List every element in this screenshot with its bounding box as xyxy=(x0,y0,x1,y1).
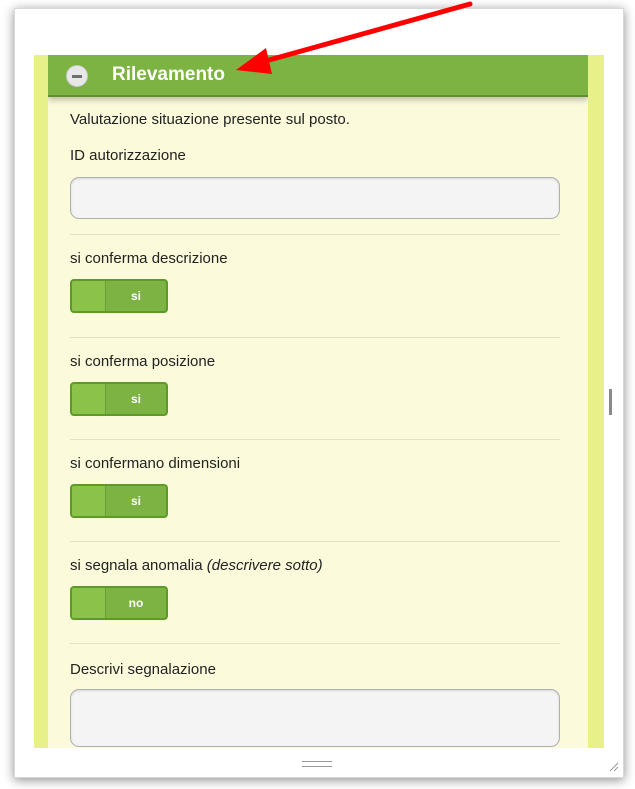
conferma-posizione-toggle[interactable]: si xyxy=(70,382,168,416)
id-autorizzazione-label: ID autorizzazione xyxy=(70,147,186,164)
toggle-knob[interactable] xyxy=(72,384,106,414)
rilevamento-panel: Rilevamento Valutazione situazione prese… xyxy=(48,55,588,748)
toggle-label: si xyxy=(130,392,141,406)
toggle-knob[interactable] xyxy=(72,588,106,618)
resize-handle-icon[interactable] xyxy=(609,762,619,772)
segnala-anomalia-text: si segnala anomalia xyxy=(70,557,203,574)
confermano-dimensioni-toggle[interactable]: si xyxy=(70,484,168,518)
divider xyxy=(70,541,560,542)
conferma-descrizione-label: si conferma descrizione xyxy=(70,250,228,267)
divider xyxy=(70,439,560,440)
minus-circle-icon[interactable] xyxy=(66,65,88,87)
toggle-knob[interactable] xyxy=(72,486,106,516)
section-header[interactable]: Rilevamento xyxy=(48,55,588,97)
divider xyxy=(70,234,560,235)
toggle-label: si xyxy=(130,494,141,508)
segnala-anomalia-hint: (descrivere sotto) xyxy=(206,557,323,574)
conferma-posizione-label: si conferma posizione xyxy=(70,353,216,370)
segnala-anomalia-toggle[interactable]: no xyxy=(70,586,168,620)
toggle-label: si xyxy=(130,289,141,303)
descrivi-segnalazione-label: Descrivi segnalazione xyxy=(70,661,216,678)
segnala-anomalia-label: si segnala anomalia (descrivere sotto) xyxy=(70,557,323,574)
divider xyxy=(70,337,560,338)
section-title: Rilevamento xyxy=(112,64,225,85)
toggle-label: no xyxy=(128,596,144,610)
toggle-knob[interactable] xyxy=(72,281,106,311)
drag-handle-icon[interactable] xyxy=(302,761,332,767)
confermano-dimensioni-label: si confermano dimensioni xyxy=(70,455,241,472)
descrivi-segnalazione-input[interactable] xyxy=(70,689,560,747)
conferma-descrizione-toggle[interactable]: si xyxy=(70,279,168,313)
section-description: Valutazione situazione presente sul post… xyxy=(70,111,350,128)
scrollbar-grip[interactable] xyxy=(609,389,612,415)
divider xyxy=(70,643,560,644)
id-autorizzazione-input[interactable] xyxy=(70,177,560,219)
